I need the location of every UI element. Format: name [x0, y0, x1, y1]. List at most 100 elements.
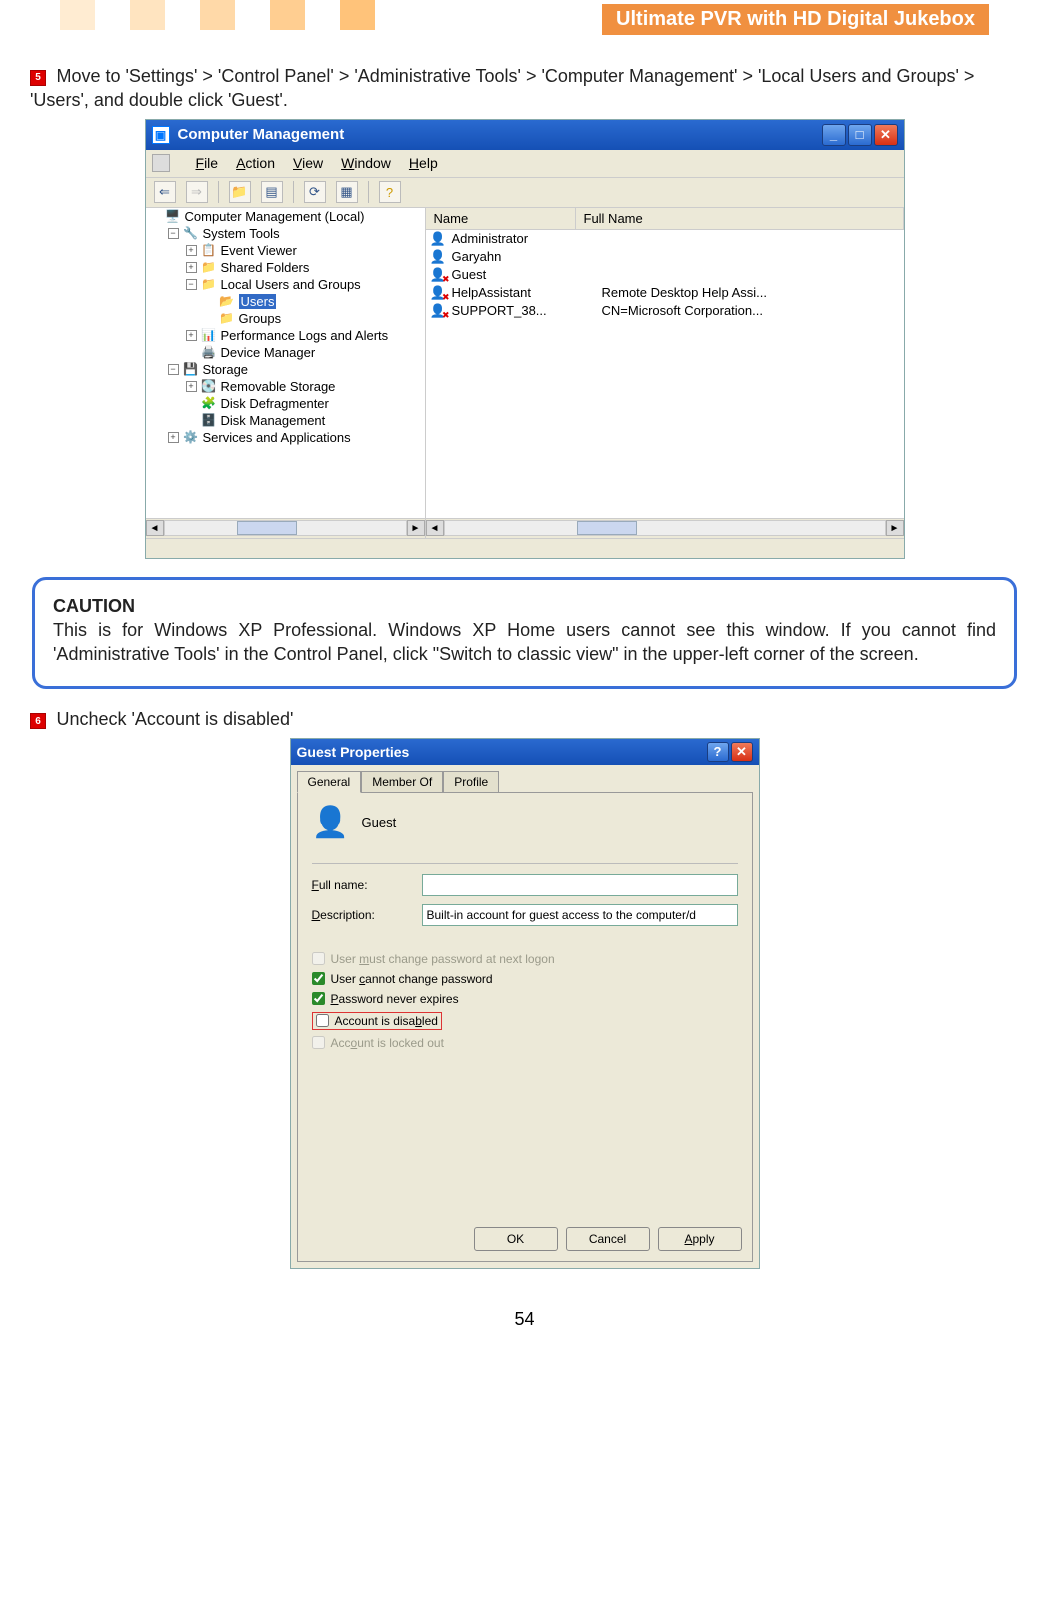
caution-box: CAUTION This is for Windows XP Professio…	[32, 577, 1017, 690]
guest-name: Guest	[362, 815, 397, 830]
scroll-right-icon[interactable]: ►	[886, 520, 904, 536]
user-icon	[430, 285, 448, 301]
chk-must-change: User must change password at next logon	[312, 952, 738, 966]
tree-local-users[interactable]: Local Users and Groups	[221, 277, 361, 292]
page-header: Ultimate PVR with HD Digital Jukebox	[0, 0, 1049, 36]
user-icon	[430, 303, 448, 319]
guest-properties-dialog: Guest Properties ? ✕ General Member Of P…	[290, 738, 760, 1269]
description-input[interactable]	[422, 904, 738, 926]
user-name: Guest	[452, 267, 602, 282]
chk-cannot-change[interactable]: User cannot change password	[312, 972, 738, 986]
tab-general[interactable]: General	[297, 771, 362, 793]
list-item[interactable]: HelpAssistantRemote Desktop Help Assi...	[426, 284, 904, 302]
scrollbar-thumb[interactable]	[237, 521, 297, 535]
nav-tree[interactable]: 🖥️Computer Management (Local) −🔧System T…	[146, 208, 426, 538]
chk-never-expires[interactable]: Password never expires	[312, 992, 738, 1006]
computer-management-window: ▣ Computer Management _ □ ✕ FFileile Act…	[145, 119, 905, 559]
col-name[interactable]: Name	[426, 208, 576, 229]
toolbar: ⇐ ⇒ 📁 ▤ ⟳ ▦ ?	[146, 178, 904, 208]
dialog-titlebar[interactable]: Guest Properties ? ✕	[291, 739, 759, 765]
user-fullname: Remote Desktop Help Assi...	[602, 285, 900, 300]
list-item[interactable]: Garyahn	[426, 248, 904, 266]
tree-groups[interactable]: Groups	[239, 311, 282, 326]
list-item[interactable]: Guest	[426, 266, 904, 284]
back-icon[interactable]: ⇐	[154, 181, 176, 203]
fullname-label: Full name:	[312, 878, 422, 892]
close-button[interactable]: ✕	[731, 742, 753, 762]
tree-perf[interactable]: Performance Logs and Alerts	[221, 328, 389, 343]
user-icon	[430, 249, 448, 265]
tab-member-of[interactable]: Member Of	[361, 771, 443, 792]
list-item[interactable]: Administrator	[426, 230, 904, 248]
user-name: SUPPORT_38...	[452, 303, 602, 318]
scroll-left-icon[interactable]: ◄	[146, 520, 164, 536]
page-number: 54	[30, 1309, 1019, 1330]
menu-help[interactable]: Help	[409, 155, 438, 171]
tree-users[interactable]: Users	[239, 294, 277, 309]
tree-root[interactable]: Computer Management (Local)	[185, 209, 365, 224]
caution-title: CAUTION	[53, 594, 996, 618]
chk-locked-out: Account is locked out	[312, 1036, 738, 1050]
properties-icon[interactable]: ▤	[261, 181, 283, 203]
close-button[interactable]: ✕	[874, 124, 898, 146]
tree-device-mgr[interactable]: Device Manager	[221, 345, 316, 360]
menu-file[interactable]: FFileile	[196, 155, 219, 171]
chk-locked-out-box	[312, 1036, 325, 1049]
export-icon[interactable]: ▦	[336, 181, 358, 203]
chk-account-disabled-box[interactable]	[316, 1014, 329, 1027]
scroll-right-icon[interactable]: ►	[407, 520, 425, 536]
help-icon[interactable]: ?	[379, 181, 401, 203]
tree-shared-folders[interactable]: Shared Folders	[221, 260, 310, 275]
refresh-icon[interactable]: ⟳	[304, 181, 326, 203]
user-list: Name Full Name Administrator Garyahn Guest…	[426, 208, 904, 538]
maximize-button[interactable]: □	[848, 124, 872, 146]
chk-cannot-change-box[interactable]	[312, 972, 325, 985]
mmc-icon	[152, 154, 170, 172]
tree-diskmgmt[interactable]: Disk Management	[221, 413, 326, 428]
user-name: Administrator	[452, 231, 602, 246]
status-bar	[146, 538, 904, 558]
chk-must-change-box	[312, 952, 325, 965]
window-titlebar[interactable]: ▣ Computer Management _ □ ✕	[146, 120, 904, 150]
help-button[interactable]: ?	[707, 742, 729, 762]
up-folder-icon[interactable]: 📁	[229, 181, 251, 203]
col-fullname[interactable]: Full Name	[576, 208, 904, 229]
menu-action[interactable]: Action	[236, 155, 275, 171]
chk-never-expires-box[interactable]	[312, 992, 325, 1005]
tree-removable[interactable]: Removable Storage	[221, 379, 336, 394]
minimize-button[interactable]: _	[822, 124, 846, 146]
ok-button[interactable]: OK	[474, 1227, 558, 1251]
step-number-icon: 6	[30, 713, 46, 729]
tree-services[interactable]: Services and Applications	[203, 430, 351, 445]
user-name: Garyahn	[452, 249, 602, 264]
menu-bar: FFileile Action View Window Help	[146, 150, 904, 178]
list-item[interactable]: SUPPORT_38...CN=Microsoft Corporation...	[426, 302, 904, 320]
tree-event-viewer[interactable]: Event Viewer	[221, 243, 297, 258]
tree-system-tools[interactable]: System Tools	[203, 226, 280, 241]
scrollbar-track[interactable]	[164, 520, 407, 536]
user-icon	[430, 267, 448, 283]
caution-body: This is for Windows XP Professional. Win…	[53, 618, 996, 667]
step-5-text: Move to 'Settings' > 'Control Panel' > '…	[30, 66, 974, 110]
app-icon: ▣	[152, 126, 170, 144]
apply-button[interactable]: Apply	[658, 1227, 742, 1251]
user-fullname: CN=Microsoft Corporation...	[602, 303, 900, 318]
chk-account-disabled[interactable]: Account is disabled	[312, 1012, 738, 1030]
tab-profile[interactable]: Profile	[443, 771, 499, 792]
step-6: 6 Uncheck 'Account is disabled'	[30, 707, 1019, 731]
dialog-title: Guest Properties	[297, 744, 410, 760]
scrollbar-thumb[interactable]	[577, 521, 637, 535]
scrollbar-track[interactable]	[444, 520, 886, 536]
tree-storage[interactable]: Storage	[203, 362, 249, 377]
fullname-input[interactable]	[422, 874, 738, 896]
user-icon: 👤	[312, 805, 348, 841]
step-6-text: Uncheck 'Account is disabled'	[56, 709, 293, 729]
user-name: HelpAssistant	[452, 285, 602, 300]
tree-defrag[interactable]: Disk Defragmenter	[221, 396, 329, 411]
scroll-left-icon[interactable]: ◄	[426, 520, 444, 536]
menu-view[interactable]: View	[293, 155, 323, 171]
cancel-button[interactable]: Cancel	[566, 1227, 650, 1251]
forward-icon[interactable]: ⇒	[186, 181, 208, 203]
menu-window[interactable]: Window	[341, 155, 391, 171]
description-label: Description:	[312, 908, 422, 922]
